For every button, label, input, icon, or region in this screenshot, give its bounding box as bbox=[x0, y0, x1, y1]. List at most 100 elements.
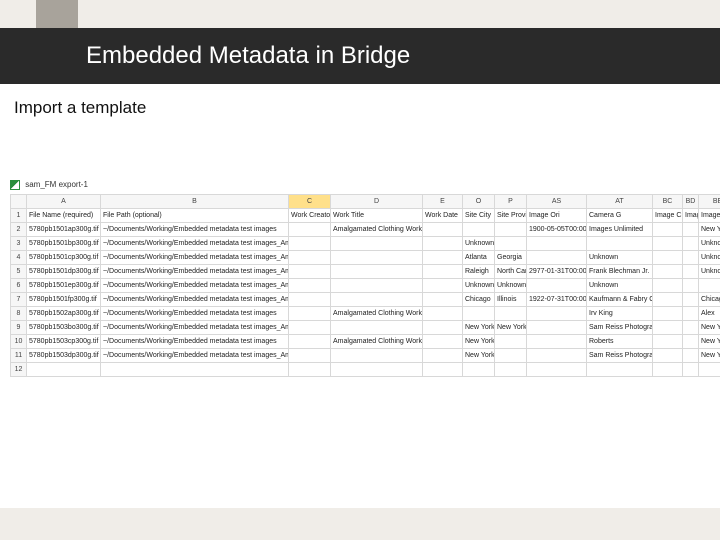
hdr-C[interactable]: Work Creator bbox=[289, 209, 331, 223]
cell-C[interactable] bbox=[289, 321, 331, 335]
cell-BD[interactable] bbox=[683, 363, 699, 377]
hdr-BC[interactable]: Image Cre bbox=[653, 209, 683, 223]
cell-AS[interactable]: 1900-05-05T00:00Z bbox=[527, 223, 587, 237]
cell-D[interactable] bbox=[331, 279, 423, 293]
cell-B[interactable]: ~/Documents/Working/Embedded metadata te… bbox=[101, 223, 289, 237]
cell-AS[interactable] bbox=[527, 363, 587, 377]
cell-AS[interactable] bbox=[527, 349, 587, 363]
cell-AT[interactable] bbox=[587, 363, 653, 377]
cell-BE[interactable] bbox=[699, 363, 720, 377]
rownum-1[interactable]: 1 bbox=[11, 209, 27, 223]
cell-C[interactable] bbox=[289, 251, 331, 265]
cell-A[interactable]: 5780pb1503cp300g.tif bbox=[27, 335, 101, 349]
cell-A[interactable]: 5780pb1503dp300g.tif bbox=[27, 349, 101, 363]
cell-AT[interactable]: Sam Reiss Photographers bbox=[587, 349, 653, 363]
cell-C[interactable] bbox=[289, 335, 331, 349]
cell-B[interactable]: ~/Documents/Working/Embedded metadata te… bbox=[101, 265, 289, 279]
cell-P[interactable]: Unknown bbox=[495, 279, 527, 293]
cell-A[interactable]: 5780pb1501fp300g.tif bbox=[27, 293, 101, 307]
cell-C[interactable] bbox=[289, 293, 331, 307]
cell-BD[interactable] bbox=[683, 279, 699, 293]
cell-A[interactable]: 5780pb1501bp300g.tif bbox=[27, 237, 101, 251]
hdr-BD[interactable]: Image Cre bbox=[683, 209, 699, 223]
rownum-cell[interactable]: 10 bbox=[11, 335, 27, 349]
cell-O[interactable]: Chicago bbox=[463, 293, 495, 307]
hdr-B[interactable]: File Path (optional) bbox=[101, 209, 289, 223]
rownum-cell[interactable]: 6 bbox=[11, 279, 27, 293]
cell-AT[interactable]: Sam Reiss Photographers bbox=[587, 321, 653, 335]
col-A[interactable]: A bbox=[27, 195, 101, 209]
cell-AS[interactable] bbox=[527, 237, 587, 251]
cell-BE[interactable]: Alex bbox=[699, 307, 720, 321]
hdr-AS[interactable]: Image Ori bbox=[527, 209, 587, 223]
cell-B[interactable]: ~/Documents/Working/Embedded metadata te… bbox=[101, 293, 289, 307]
cell-O[interactable]: New York bbox=[463, 335, 495, 349]
cell-D[interactable] bbox=[331, 265, 423, 279]
rownum-cell[interactable]: 9 bbox=[11, 321, 27, 335]
cell-AS[interactable] bbox=[527, 335, 587, 349]
cell-D[interactable] bbox=[331, 321, 423, 335]
cell-D[interactable] bbox=[331, 349, 423, 363]
cell-BC[interactable] bbox=[653, 349, 683, 363]
cell-E[interactable] bbox=[423, 223, 463, 237]
cell-C[interactable] bbox=[289, 223, 331, 237]
cell-C[interactable] bbox=[289, 363, 331, 377]
cell-P[interactable] bbox=[495, 307, 527, 321]
cell-BD[interactable] bbox=[683, 251, 699, 265]
cell-O[interactable]: Raleigh bbox=[463, 265, 495, 279]
cell-E[interactable] bbox=[423, 279, 463, 293]
cell-BC[interactable] bbox=[653, 293, 683, 307]
hdr-A[interactable]: File Name (required) bbox=[27, 209, 101, 223]
cell-D[interactable] bbox=[331, 363, 423, 377]
cell-BD[interactable] bbox=[683, 321, 699, 335]
cell-P[interactable]: North Car bbox=[495, 265, 527, 279]
cell-P[interactable] bbox=[495, 363, 527, 377]
cell-BD[interactable] bbox=[683, 335, 699, 349]
hdr-E[interactable]: Work Date bbox=[423, 209, 463, 223]
cell-D[interactable]: Amalgamated Clothing Workers/ bbox=[331, 307, 423, 321]
col-B[interactable]: B bbox=[101, 195, 289, 209]
hdr-BE[interactable]: Image Cre bbox=[699, 209, 720, 223]
cell-P[interactable]: Georgia bbox=[495, 251, 527, 265]
cell-BC[interactable] bbox=[653, 307, 683, 321]
cell-E[interactable] bbox=[423, 237, 463, 251]
cell-O[interactable] bbox=[463, 307, 495, 321]
cell-BC[interactable] bbox=[653, 279, 683, 293]
rownum-cell[interactable]: 8 bbox=[11, 307, 27, 321]
cell-A[interactable]: 5780pb1501ap300g.tif bbox=[27, 223, 101, 237]
cell-AS[interactable] bbox=[527, 279, 587, 293]
cell-B[interactable]: ~/Documents/Working/Embedded metadata te… bbox=[101, 349, 289, 363]
cell-BE[interactable]: Unknown bbox=[699, 237, 720, 251]
cell-B[interactable]: ~/Documents/Working/Embedded metadata te… bbox=[101, 307, 289, 321]
cell-A[interactable] bbox=[27, 363, 101, 377]
hdr-D[interactable]: Work Title bbox=[331, 209, 423, 223]
cell-AT[interactable]: Frank Blechman Jr. bbox=[587, 265, 653, 279]
cell-P[interactable]: Illinois bbox=[495, 293, 527, 307]
cell-E[interactable] bbox=[423, 321, 463, 335]
cell-AT[interactable]: Roberts bbox=[587, 335, 653, 349]
cell-AS[interactable]: 1922-07-31T00:00Z bbox=[527, 293, 587, 307]
cell-P[interactable] bbox=[495, 335, 527, 349]
cell-BC[interactable] bbox=[653, 363, 683, 377]
cell-B[interactable]: ~/Documents/Working/Embedded metadata te… bbox=[101, 237, 289, 251]
cell-AT[interactable] bbox=[587, 237, 653, 251]
cell-D[interactable] bbox=[331, 237, 423, 251]
cell-A[interactable]: 5780pb1501ep300g.tif bbox=[27, 279, 101, 293]
cell-AS[interactable]: 2977-01-31T00:00Z bbox=[527, 265, 587, 279]
rownum-cell[interactable]: 11 bbox=[11, 349, 27, 363]
col-AS[interactable]: AS bbox=[527, 195, 587, 209]
cell-BE[interactable]: New York bbox=[699, 349, 720, 363]
cell-BC[interactable] bbox=[653, 251, 683, 265]
cell-BC[interactable] bbox=[653, 265, 683, 279]
cell-P[interactable] bbox=[495, 237, 527, 251]
rownum-cell[interactable]: 7 bbox=[11, 293, 27, 307]
hdr-P[interactable]: Site Provi bbox=[495, 209, 527, 223]
cell-BE[interactable]: Unknown bbox=[699, 265, 720, 279]
cell-A[interactable]: 5780pb1501dp300g.tif bbox=[27, 265, 101, 279]
cell-BE[interactable]: New York bbox=[699, 321, 720, 335]
cell-BE[interactable]: Unknown bbox=[699, 251, 720, 265]
cell-E[interactable] bbox=[423, 293, 463, 307]
cell-O[interactable]: Atlanta bbox=[463, 251, 495, 265]
cell-E[interactable] bbox=[423, 349, 463, 363]
cell-O[interactable]: New York bbox=[463, 349, 495, 363]
